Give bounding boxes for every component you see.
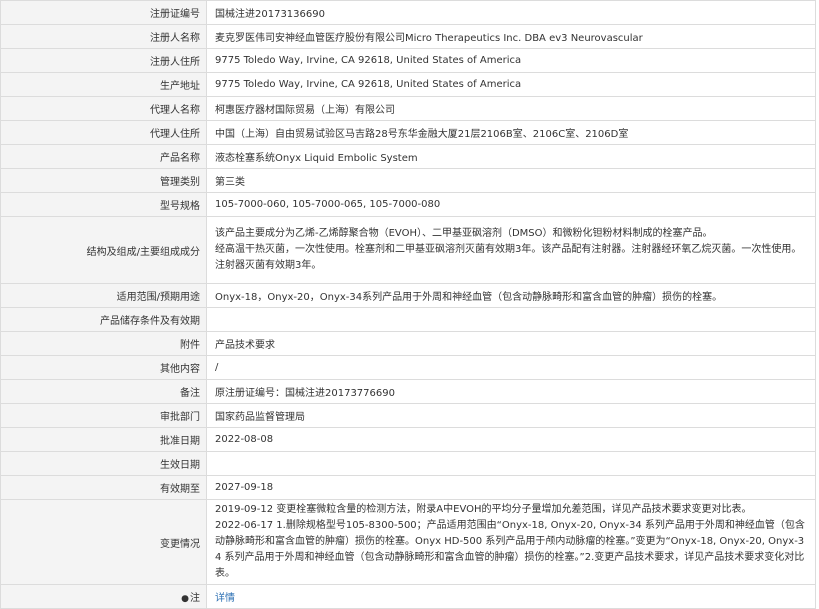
row-value: 105-7000-060, 105-7000-065, 105-7000-080	[206, 192, 816, 217]
table-row: 生效日期	[0, 451, 816, 476]
row-value: 9775 Toledo Way, Irvine, CA 92618, Unite…	[206, 72, 816, 97]
row-value: 国械注进20173136690	[206, 0, 816, 25]
row-label: 批准日期	[0, 427, 207, 452]
row-label: 注册人住所	[0, 48, 207, 73]
table-row: 代理人住所 中国（上海）自由贸易试验区马吉路28号东华金融大厦21层2106B室、…	[0, 120, 816, 145]
row-label: 变更情况	[0, 499, 207, 585]
table-row: 管理类别 第三类	[0, 168, 816, 193]
row-value: 麦克罗医伟司安神经血管医疗股份有限公司Micro Therapeutics In…	[206, 24, 816, 49]
table-row: 注册人住所 9775 Toledo Way, Irvine, CA 92618, …	[0, 48, 816, 73]
table-row: 附件 产品技术要求	[0, 331, 816, 356]
table-row: 代理人名称 柯惠医疗器材国际贸易（上海）有限公司	[0, 96, 816, 121]
value-line: 注射器灭菌有效期3年。	[215, 260, 322, 271]
row-value	[206, 451, 816, 476]
row-value: 2019-09-12 变更栓塞微粒含量的检测方法，附录A中EVOH的平均分子量增…	[206, 499, 816, 585]
value-line: 2022-06-17 1.删除规格型号105-8300-500；产品适用范围由“…	[215, 520, 805, 531]
row-value: 9775 Toledo Way, Irvine, CA 92618, Unite…	[206, 48, 816, 73]
row-label: 管理类别	[0, 168, 207, 193]
table-row: 适用范围/预期用途 Onyx-18，Onyx-20，Onyx-34系列产品用于外周…	[0, 283, 816, 308]
row-value: 产品技术要求	[206, 331, 816, 356]
row-label: 注册证编号	[0, 0, 207, 25]
row-value	[206, 307, 816, 332]
row-value: /	[206, 355, 816, 380]
table-row: 结构及组成/主要组成成分 该产品主要成分为乙烯-乙烯醇聚合物（EVOH）、二甲基…	[0, 216, 816, 284]
row-label: 代理人名称	[0, 96, 207, 121]
details-link[interactable]: 详情	[215, 593, 235, 604]
row-label: 结构及组成/主要组成成分	[0, 216, 207, 284]
table-row: 产品名称 液态栓塞系统Onyx Liquid Embolic System	[0, 144, 816, 169]
row-label: 生产地址	[0, 72, 207, 97]
value-line: 2019-09-12 变更栓塞微粒含量的检测方法，附录A中EVOH的平均分子量增…	[215, 504, 752, 515]
row-label: 注册人名称	[0, 24, 207, 49]
row-value: 2022-08-08	[206, 427, 816, 452]
table-row: 备注 原注册证编号：国械注进20173776690	[0, 379, 816, 404]
table-row: 生产地址 9775 Toledo Way, Irvine, CA 92618, U…	[0, 72, 816, 97]
table-row: 注册人名称 麦克罗医伟司安神经血管医疗股份有限公司Micro Therapeuti…	[0, 24, 816, 49]
row-label: 审批部门	[0, 403, 207, 428]
registration-table: 注册证编号 国械注进20173136690 注册人名称 麦克罗医伟司安神经血管医疗股…	[0, 0, 816, 609]
row-value: 原注册证编号：国械注进20173776690	[206, 379, 816, 404]
row-value: 该产品主要成分为乙烯-乙烯醇聚合物（EVOH）、二甲基亚砜溶剂（DMSO）和微粉…	[206, 216, 816, 284]
table-row: 变更情况 2019-09-12 变更栓塞微粒含量的检测方法，附录A中EVOH的平…	[0, 499, 816, 585]
table-row: 注册证编号 国械注进20173136690	[0, 0, 816, 25]
row-value: 国家药品监督管理局	[206, 403, 816, 428]
row-label: ●注	[0, 584, 207, 609]
row-value: 液态栓塞系统Onyx Liquid Embolic System	[206, 144, 816, 169]
value-line: 动静脉畸形和富含血管的肿瘤）损伤的栓塞。Onyx HD-500 系列产品用于颅内…	[215, 536, 805, 547]
row-label: 适用范围/预期用途	[0, 283, 207, 308]
table-row: 型号规格 105-7000-060, 105-7000-065, 105-7000…	[0, 192, 816, 217]
row-label: 产品名称	[0, 144, 207, 169]
value-line: 经高温干热灭菌，一次性使用。栓塞剂和二甲基亚砜溶剂灭菌有效期3年。该产品配有注射…	[215, 244, 802, 255]
row-label: 附件	[0, 331, 207, 356]
pin-icon: ●	[181, 594, 189, 604]
row-label: 有效期至	[0, 475, 207, 500]
row-value: Onyx-18，Onyx-20，Onyx-34系列产品用于外周和神经血管（包含动…	[206, 283, 816, 308]
row-value: 详情	[206, 584, 816, 609]
row-value: 2027-09-18	[206, 475, 816, 500]
row-value: 第三类	[206, 168, 816, 193]
table-row: 产品储存条件及有效期	[0, 307, 816, 332]
row-label: 代理人住所	[0, 120, 207, 145]
value-line: 该产品主要成分为乙烯-乙烯醇聚合物（EVOH）、二甲基亚砜溶剂（DMSO）和微粉…	[215, 228, 713, 239]
row-label: 生效日期	[0, 451, 207, 476]
row-value: 中国（上海）自由贸易试验区马吉路28号东华金融大厦21层2106B室、2106C…	[206, 120, 816, 145]
row-label: 备注	[0, 379, 207, 404]
table-row: 有效期至 2027-09-18	[0, 475, 816, 500]
table-row: 批准日期 2022-08-08	[0, 427, 816, 452]
value-line: 表。	[215, 568, 235, 579]
value-line: 4 系列产品用于外周和神经血管（包含动静脉畸形和富含血管的肿瘤）损伤的栓塞。”2…	[215, 552, 805, 563]
table-row: 审批部门 国家药品监督管理局	[0, 403, 816, 428]
table-row: 其他内容 /	[0, 355, 816, 380]
table-row: ●注 详情	[0, 584, 816, 609]
row-label: 型号规格	[0, 192, 207, 217]
note-label: 注	[190, 593, 200, 604]
registration-detail-sheet: 注册证编号 国械注进20173136690 注册人名称 麦克罗医伟司安神经血管医疗股…	[0, 0, 816, 609]
row-label: 产品储存条件及有效期	[0, 307, 207, 332]
row-value: 柯惠医疗器材国际贸易（上海）有限公司	[206, 96, 816, 121]
row-label: 其他内容	[0, 355, 207, 380]
